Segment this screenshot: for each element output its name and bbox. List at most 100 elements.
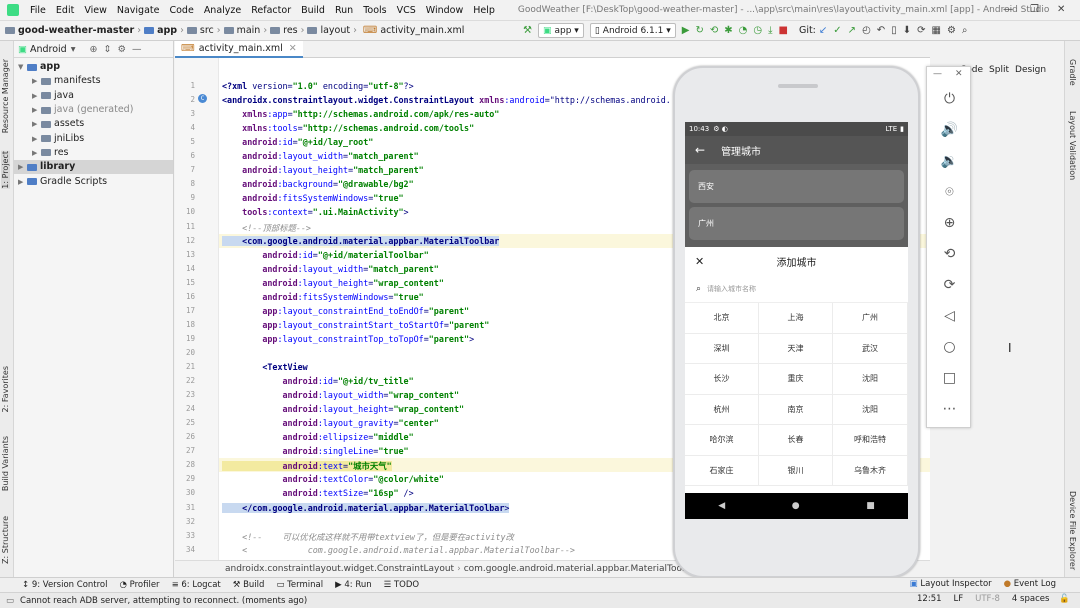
city-cell[interactable]: 哈尔滨 xyxy=(685,425,759,456)
breadcrumb-project[interactable]: good-weather-master xyxy=(18,25,134,36)
sync-icon[interactable]: ⟳ xyxy=(917,25,925,36)
city-cell[interactable]: 长沙 xyxy=(685,364,759,395)
tree-item-gradle-scripts[interactable]: ▶ Gradle Scripts xyxy=(14,174,173,188)
tree-item-assets[interactable]: ▶ assets xyxy=(14,117,173,131)
split-mode-button[interactable]: Split xyxy=(989,65,1009,75)
tree-item-java-generated-[interactable]: ▶ java (generated) xyxy=(14,103,173,117)
device-file-explorer-tab[interactable]: Device File Explorer xyxy=(1068,491,1077,570)
resource-manager-tab[interactable]: Resource Manager xyxy=(1,59,10,133)
list-item[interactable]: 西安 xyxy=(689,170,904,203)
bottom-tab-terminal[interactable]: ▭ Terminal xyxy=(276,580,323,590)
city-cell[interactable]: 深圳 xyxy=(685,333,759,364)
apply-changes-icon[interactable]: ↻ xyxy=(695,25,703,36)
city-cell[interactable]: 沈阳 xyxy=(833,394,908,425)
chevron-right-icon[interactable]: ▶ xyxy=(32,117,41,131)
run-config-select[interactable]: ▣ app ▾ xyxy=(537,23,584,38)
minimize-icon[interactable]: — xyxy=(933,69,942,79)
volume-down-icon[interactable]: 🔉 xyxy=(927,153,972,169)
menu-item-file[interactable]: File xyxy=(25,5,51,16)
bottom-tab-6-logcat[interactable]: ≡ 6: Logcat xyxy=(172,580,221,590)
menu-item-help[interactable]: Help xyxy=(468,5,500,16)
run-icon[interactable]: ▶ xyxy=(682,25,690,36)
breadcrumb-layout[interactable]: layout xyxy=(320,25,350,36)
layout-inspector-button[interactable]: ▣ Layout Inspector xyxy=(910,579,992,589)
hide-icon[interactable]: — xyxy=(132,44,142,55)
editor-crumb[interactable]: androidx.constraintlayout.widget.Constra… xyxy=(225,564,454,574)
chevron-right-icon[interactable]: ▶ xyxy=(32,103,41,117)
tree-item-manifests[interactable]: ▶ manifests xyxy=(14,74,173,88)
close-icon[interactable]: ✕ xyxy=(695,255,704,268)
camera-icon[interactable]: ⌾ xyxy=(927,184,972,200)
tree-item-library[interactable]: ▶ library xyxy=(14,160,173,175)
stop-icon[interactable]: ■ xyxy=(779,25,788,36)
nav-recents-icon[interactable]: ■ xyxy=(866,501,875,511)
nav-home-icon[interactable]: ● xyxy=(792,501,800,511)
breadcrumb-app[interactable]: app xyxy=(157,25,177,36)
city-cell[interactable]: 广州 xyxy=(833,303,908,334)
city-cell[interactable]: 沈阳 xyxy=(833,364,908,395)
tab-activity-main[interactable]: ⌨ activity_main.xml ✕ xyxy=(175,40,303,58)
collapse-icon[interactable]: ⇕ xyxy=(103,44,111,55)
chevron-down-icon[interactable]: ▾ xyxy=(71,44,76,55)
gradle-tab[interactable]: Gradle xyxy=(1068,59,1077,86)
zoom-icon[interactable]: ⊕ xyxy=(927,215,972,231)
sdk-manager-icon[interactable]: ⬇ xyxy=(903,25,911,36)
power-icon[interactable]: ⏻ xyxy=(927,91,972,107)
build-variants-tab[interactable]: Build Variants xyxy=(1,436,10,491)
bottom-tab-todo[interactable]: ☰ TODO xyxy=(384,580,419,590)
layout-validation-tab[interactable]: Layout Validation xyxy=(1068,111,1077,180)
git-push-icon[interactable]: ↗ xyxy=(848,25,856,36)
tree-item-res[interactable]: ▶ res xyxy=(14,146,173,160)
breadcrumb-file[interactable]: activity_main.xml xyxy=(380,25,464,36)
tree-item-java[interactable]: ▶ java xyxy=(14,89,173,103)
city-cell[interactable]: 北京 xyxy=(685,303,759,334)
city-search-input[interactable]: ⌕ 请输入城市名称 xyxy=(685,275,908,303)
overview-icon[interactable]: □ xyxy=(927,370,972,386)
city-cell[interactable]: 南京 xyxy=(759,394,833,425)
bottom-tab-9-version-control[interactable]: ↕ 9: Version Control xyxy=(22,580,108,590)
search-icon[interactable]: ⌕ xyxy=(962,25,968,36)
chevron-right-icon[interactable]: ▶ xyxy=(18,160,27,174)
apply-code-changes-icon[interactable]: ⟲ xyxy=(710,25,718,36)
avd-manager-icon[interactable]: ▯ xyxy=(891,25,897,36)
bottom-tab-build[interactable]: ⚒ Build xyxy=(233,580,265,590)
menu-item-vcs[interactable]: VCS xyxy=(392,5,421,16)
profile-icon[interactable]: ◷ xyxy=(753,25,762,36)
minimize-icon[interactable]: — xyxy=(1003,4,1013,15)
emulator-screen[interactable]: 10:43 ⚙ ◐ LTE ▮ ← 管理城市 西安 广州 ✕ 添加城市 ⌕ 请输… xyxy=(685,122,908,519)
debug-icon[interactable]: ✱ xyxy=(724,25,732,36)
indent-setting[interactable]: 4 spaces xyxy=(1012,594,1049,604)
status-window-icon[interactable]: ▭ xyxy=(6,596,14,606)
device-select[interactable]: ▯ Android 6.1.1 ▾ xyxy=(589,23,676,38)
city-cell[interactable]: 上海 xyxy=(759,303,833,334)
menu-item-code[interactable]: Code xyxy=(164,5,198,16)
city-cell[interactable]: 银川 xyxy=(759,455,833,486)
structure-icon[interactable]: ▦ xyxy=(931,25,940,36)
menu-item-run[interactable]: Run xyxy=(330,5,358,16)
git-update-icon[interactable]: ↙ xyxy=(819,25,827,36)
close-icon[interactable]: ✕ xyxy=(1057,4,1065,15)
more-icon[interactable]: ⋯ xyxy=(927,401,972,417)
rotate-right-icon[interactable]: ⟳ xyxy=(927,277,972,293)
menu-item-tools[interactable]: Tools xyxy=(358,5,391,16)
maximize-icon[interactable]: ❐ xyxy=(1030,4,1039,15)
lock-icon[interactable]: 🔓 xyxy=(1059,594,1070,604)
menu-item-analyze[interactable]: Analyze xyxy=(199,5,246,16)
gear-icon[interactable]: ⚙ xyxy=(117,44,126,55)
breadcrumb-src[interactable]: src xyxy=(200,25,214,36)
city-cell[interactable]: 天津 xyxy=(759,333,833,364)
line-separator[interactable]: LF xyxy=(954,594,964,604)
breadcrumb-main[interactable]: main xyxy=(237,25,261,36)
chevron-right-icon[interactable]: ▶ xyxy=(32,74,41,88)
nav-back-icon[interactable]: ◀ xyxy=(718,501,725,511)
list-item[interactable]: 广州 xyxy=(689,207,904,240)
close-icon[interactable]: ✕ xyxy=(955,69,963,79)
tree-item-jnilibs[interactable]: ▶ jniLibs xyxy=(14,131,173,145)
coverage-icon[interactable]: ◔ xyxy=(739,25,748,36)
history-icon[interactable]: ◴ xyxy=(862,25,871,36)
city-cell[interactable]: 长春 xyxy=(759,425,833,456)
hammer-icon[interactable]: ⚒ xyxy=(523,25,532,36)
menu-item-build[interactable]: Build xyxy=(296,5,330,16)
chevron-right-icon[interactable]: ▶ xyxy=(18,175,27,189)
home-icon[interactable]: ○ xyxy=(927,339,972,355)
